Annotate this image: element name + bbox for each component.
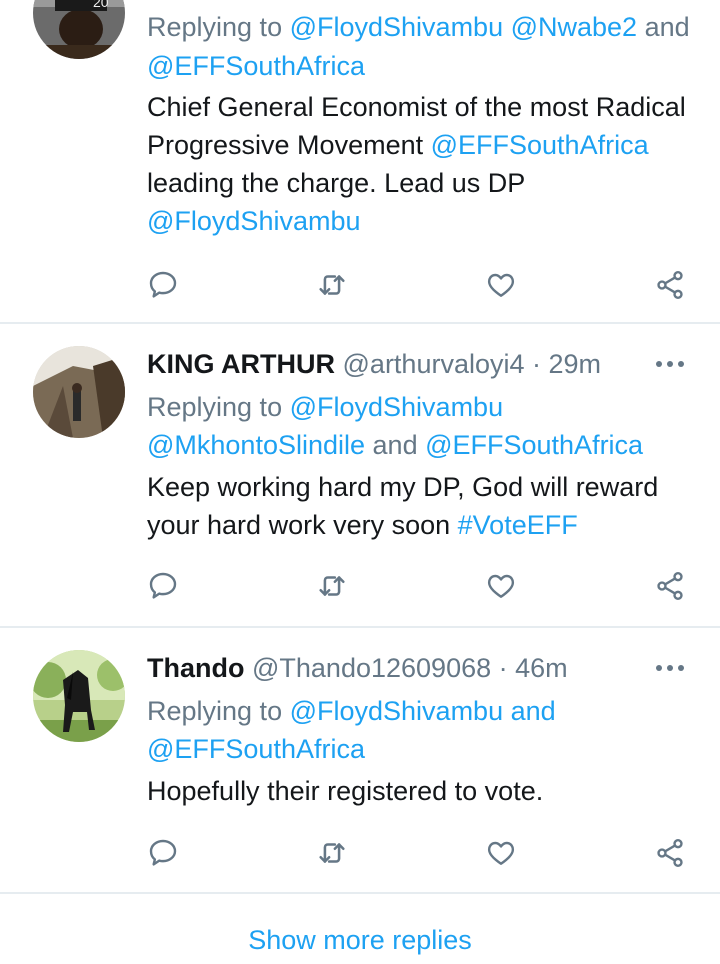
hashtag-link[interactable]: #VoteEFF	[458, 510, 578, 540]
tweet-actions	[0, 833, 720, 873]
user-handle[interactable]: @arthurvaloyi4	[343, 349, 525, 379]
tweet-header: KING ARTHUR @arthurvaloyi4 · 29m	[147, 346, 601, 382]
tweet-text-segment: leading the charge. Lead us DP	[147, 168, 525, 198]
tweet[interactable]: 20 Replying to @FloydShivambu @Nwabe2 an…	[0, 0, 720, 322]
retweet-icon[interactable]	[312, 566, 352, 606]
mention-link[interactable]: @EFFSouthAfrica	[147, 51, 365, 81]
divider	[0, 892, 720, 894]
heart-icon[interactable]	[481, 265, 521, 305]
tweet-replying-to: Replying to @FloydShivambu @Nwabe2 and @…	[147, 8, 707, 86]
replying-and: and	[503, 696, 556, 726]
heart-icon[interactable]	[481, 833, 521, 873]
replying-label: Replying to	[147, 392, 290, 422]
mention-link[interactable]: @FloydShivambu	[147, 206, 361, 236]
tweet-actions	[0, 265, 720, 305]
share-icon[interactable]	[650, 566, 690, 606]
mention-link[interactable]: @FloydShivambu @Nwabe2	[290, 12, 637, 42]
heart-icon[interactable]	[481, 566, 521, 606]
tweet-text-segment: Hopefully their registered to vote.	[147, 776, 544, 806]
tweet-text: Hopefully their registered to vote.	[147, 772, 707, 810]
reply-icon[interactable]	[143, 566, 183, 606]
display-name[interactable]: Thando	[147, 653, 244, 683]
avatar[interactable]	[33, 650, 125, 742]
replying-and: and	[637, 12, 690, 42]
show-more-replies-button[interactable]: Show more replies	[0, 918, 720, 962]
mention-link[interactable]: @EFFSouthAfrica	[431, 130, 649, 160]
reply-icon[interactable]	[143, 265, 183, 305]
reply-icon[interactable]	[143, 833, 183, 873]
tweet[interactable]: Thando @Thando12609068 · 46m Replying to…	[0, 628, 720, 892]
tweet-actions	[0, 566, 720, 606]
tweet-text: Keep working hard my DP, God will reward…	[147, 468, 707, 544]
mention-link[interactable]: @EFFSouthAfrica	[147, 734, 365, 764]
mention-link[interactable]: @FloydShivambu	[290, 696, 504, 726]
tweet-text: Chief General Economist of the most Radi…	[147, 88, 707, 240]
tweet-text-segment: Keep working hard my DP, God will reward…	[147, 472, 659, 540]
more-options-icon[interactable]	[648, 346, 692, 382]
share-icon[interactable]	[650, 265, 690, 305]
retweet-icon[interactable]	[312, 833, 352, 873]
mention-link[interactable]: @EFFSouthAfrica	[425, 430, 643, 460]
display-name[interactable]: KING ARTHUR	[147, 349, 335, 379]
tweet-replying-to: Replying to @FloydShivambu @MkhontoSlind…	[147, 388, 707, 464]
avatar[interactable]: 20	[33, 0, 125, 59]
tweet-replying-to: Replying to @FloydShivambu and @EFFSouth…	[147, 692, 707, 768]
svg-text:20: 20	[93, 0, 109, 10]
tweet[interactable]: KING ARTHUR @arthurvaloyi4 · 29m Replyin…	[0, 324, 720, 626]
more-options-icon[interactable]	[648, 650, 692, 686]
replying-label: Replying to	[147, 12, 290, 42]
retweet-icon[interactable]	[312, 265, 352, 305]
replying-label: Replying to	[147, 696, 290, 726]
timestamp[interactable]: · 46m	[499, 653, 568, 683]
tweet-header: Thando @Thando12609068 · 46m	[147, 650, 568, 686]
user-handle[interactable]: @Thando12609068	[252, 653, 491, 683]
share-icon[interactable]	[650, 833, 690, 873]
replying-and: and	[365, 430, 426, 460]
timestamp[interactable]: · 29m	[532, 349, 601, 379]
avatar[interactable]	[33, 346, 125, 438]
